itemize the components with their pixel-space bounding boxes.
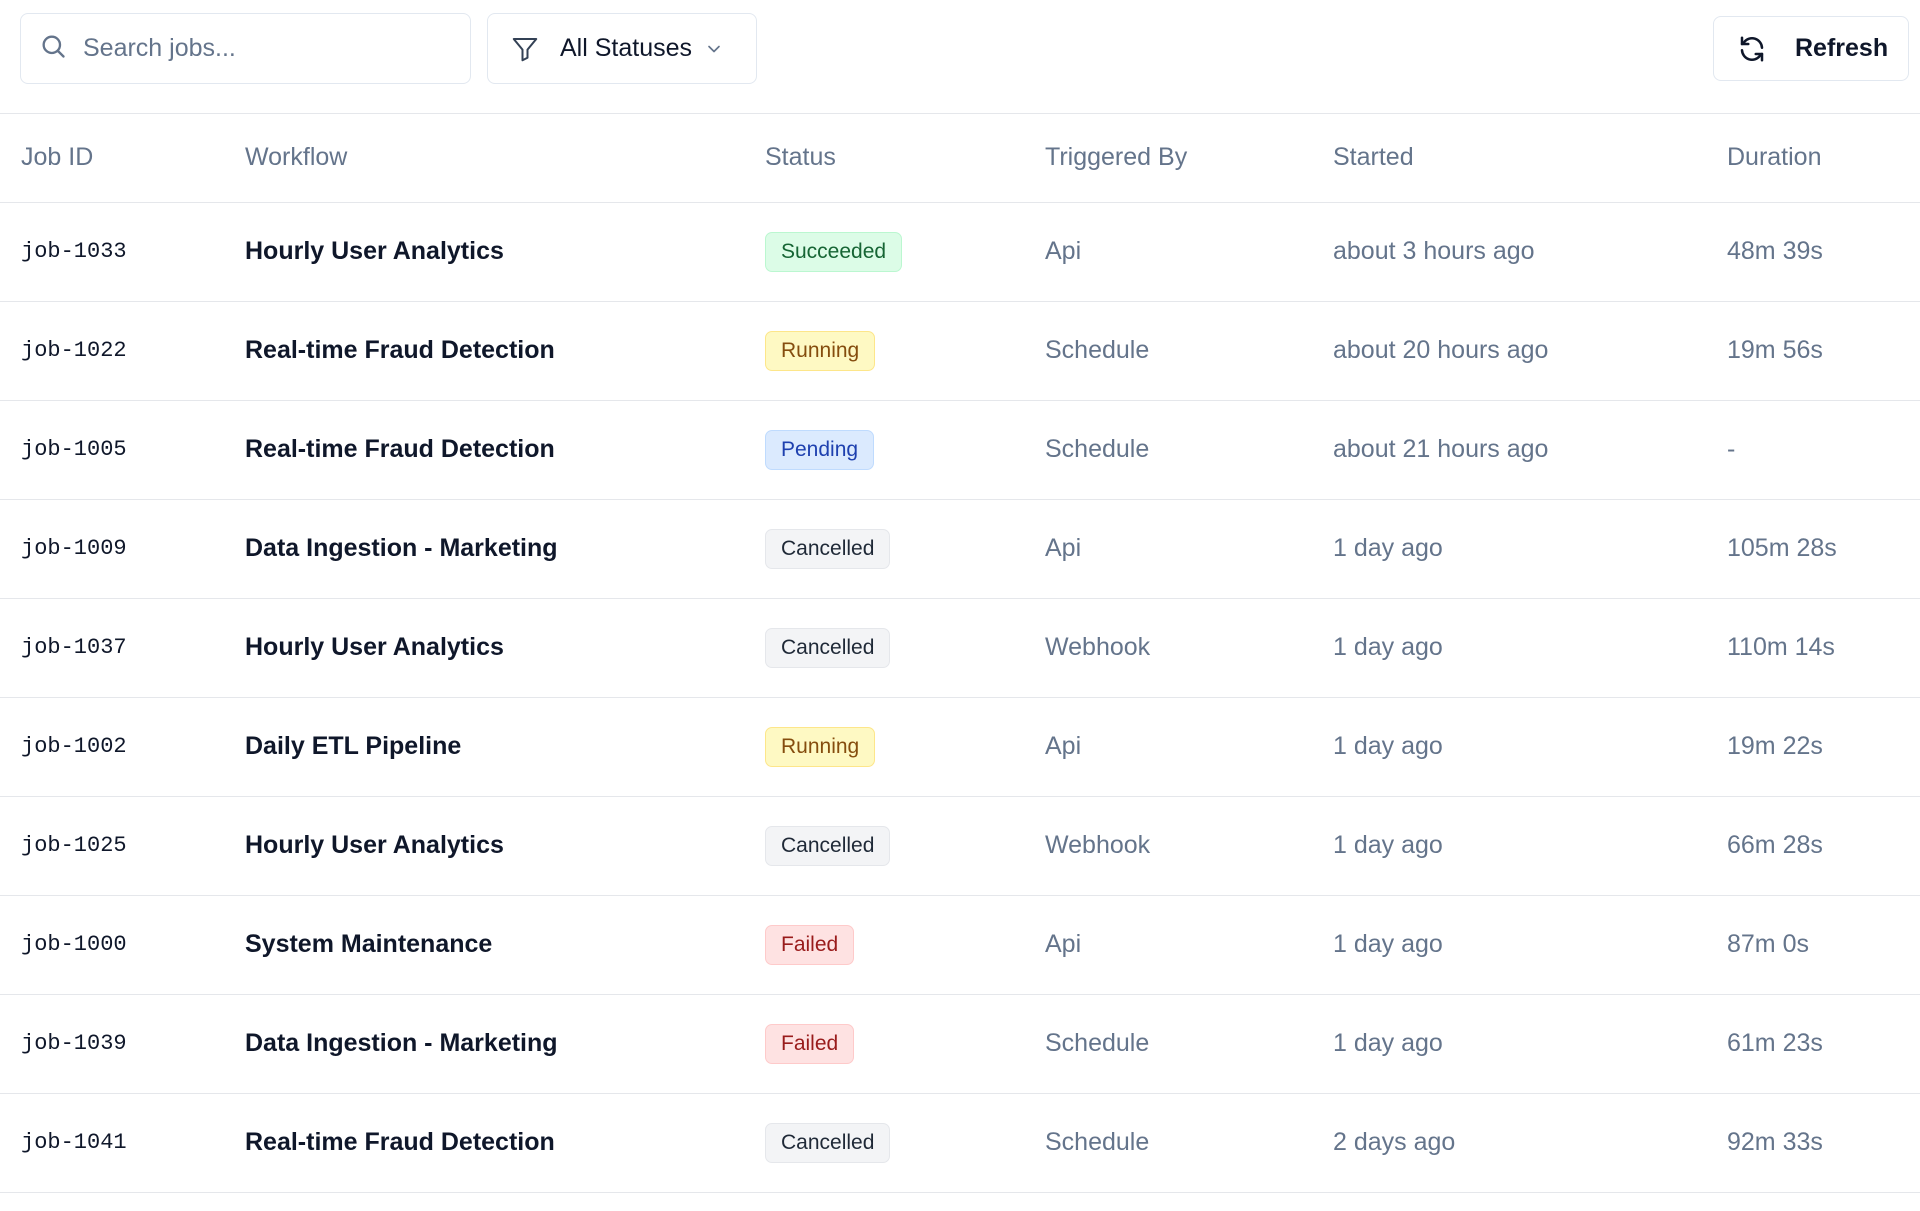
status-badge: Failed — [765, 1023, 855, 1064]
toolbar: All Statuses Refresh — [0, 0, 1920, 114]
started-cell: 1 day ago — [1333, 994, 1727, 1094]
column-header-triggered-by[interactable]: Triggered By — [1045, 114, 1333, 203]
duration-cell: 19m 22s — [1727, 697, 1920, 797]
column-header-workflow[interactable]: Workflow — [245, 114, 765, 203]
job-id-cell: job-1033 — [0, 202, 245, 302]
status-badge: Succeeded — [765, 231, 903, 272]
job-id-cell: job-1022 — [0, 301, 245, 401]
status-cell: Failed — [765, 895, 1045, 995]
status-cell: Cancelled — [765, 598, 1045, 698]
status-badge: Cancelled — [765, 1122, 891, 1163]
status-badge: Cancelled — [765, 825, 891, 866]
jobs-table: Job ID Workflow Status Triggered By Star… — [0, 114, 1920, 1193]
status-badge: Failed — [765, 924, 855, 965]
triggered-by-cell: Webhook — [1045, 796, 1333, 896]
column-header-duration[interactable]: Duration — [1727, 114, 1920, 203]
table-header-row: Job ID Workflow Status Triggered By Star… — [0, 114, 1920, 203]
job-id-cell: job-1041 — [0, 1093, 245, 1193]
started-cell: about 21 hours ago — [1333, 400, 1727, 500]
table-row[interactable]: job-1025 Hourly User Analytics Cancelled… — [0, 796, 1920, 896]
status-cell: Running — [765, 697, 1045, 797]
table-row[interactable]: job-1000 System Maintenance Failed Api 1… — [0, 895, 1920, 995]
status-badge: Cancelled — [765, 627, 891, 668]
workflow-cell: Real-time Fraud Detection — [245, 1093, 765, 1193]
job-id-cell: job-1037 — [0, 598, 245, 698]
workflow-cell: Data Ingestion - Marketing — [245, 994, 765, 1094]
workflow-cell: Data Ingestion - Marketing — [245, 499, 765, 599]
search-icon — [39, 32, 67, 65]
duration-cell: 87m 0s — [1727, 895, 1920, 995]
started-cell: about 20 hours ago — [1333, 301, 1727, 401]
table-row[interactable]: job-1033 Hourly User Analytics Succeeded… — [0, 202, 1920, 302]
triggered-by-cell: Api — [1045, 499, 1333, 599]
status-cell: Failed — [765, 994, 1045, 1094]
table-row[interactable]: job-1002 Daily ETL Pipeline Running Api … — [0, 697, 1920, 797]
workflow-cell: System Maintenance — [245, 895, 765, 995]
duration-cell: 110m 14s — [1727, 598, 1920, 698]
refresh-button[interactable]: Refresh — [1713, 16, 1909, 81]
duration-cell: 105m 28s — [1727, 499, 1920, 599]
duration-cell: 48m 39s — [1727, 202, 1920, 302]
duration-cell: 19m 56s — [1727, 301, 1920, 401]
triggered-by-cell: Api — [1045, 697, 1333, 797]
status-badge: Cancelled — [765, 528, 891, 569]
status-cell: Cancelled — [765, 796, 1045, 896]
workflow-cell: Hourly User Analytics — [245, 598, 765, 698]
triggered-by-cell: Webhook — [1045, 598, 1333, 698]
column-header-job-id[interactable]: Job ID — [0, 114, 245, 203]
started-cell: 1 day ago — [1333, 499, 1727, 599]
column-header-started[interactable]: Started — [1333, 114, 1727, 203]
triggered-by-cell: Api — [1045, 202, 1333, 302]
status-cell: Running — [765, 301, 1045, 401]
job-id-cell: job-1025 — [0, 796, 245, 896]
triggered-by-cell: Schedule — [1045, 994, 1333, 1094]
started-cell: about 3 hours ago — [1333, 202, 1727, 302]
table-row[interactable]: job-1005 Real-time Fraud Detection Pendi… — [0, 400, 1920, 500]
table-row[interactable]: job-1022 Real-time Fraud Detection Runni… — [0, 301, 1920, 401]
status-badge: Running — [765, 726, 876, 767]
job-id-cell: job-1005 — [0, 400, 245, 500]
job-id-cell: job-1002 — [0, 697, 245, 797]
duration-cell: - — [1727, 400, 1920, 500]
status-filter-label: All Statuses — [560, 34, 693, 62]
status-cell: Cancelled — [765, 499, 1045, 599]
table-row[interactable]: job-1037 Hourly User Analytics Cancelled… — [0, 598, 1920, 698]
workflow-cell: Hourly User Analytics — [245, 796, 765, 896]
table-row[interactable]: job-1009 Data Ingestion - Marketing Canc… — [0, 499, 1920, 599]
started-cell: 1 day ago — [1333, 796, 1727, 896]
status-cell: Succeeded — [765, 202, 1045, 302]
started-cell: 2 days ago — [1333, 1093, 1727, 1193]
search-box[interactable] — [20, 13, 471, 84]
status-cell: Cancelled — [765, 1093, 1045, 1193]
status-badge: Pending — [765, 429, 875, 470]
workflow-cell: Daily ETL Pipeline — [245, 697, 765, 797]
refresh-button-label: Refresh — [1795, 34, 1889, 62]
duration-cell: 61m 23s — [1727, 994, 1920, 1094]
workflow-cell: Real-time Fraud Detection — [245, 301, 765, 401]
triggered-by-cell: Schedule — [1045, 1093, 1333, 1193]
status-filter-dropdown[interactable]: All Statuses — [487, 13, 757, 84]
job-id-cell: job-1039 — [0, 994, 245, 1094]
chevron-down-icon — [692, 39, 724, 59]
duration-cell: 92m 33s — [1727, 1093, 1920, 1193]
table-row[interactable]: job-1039 Data Ingestion - Marketing Fail… — [0, 994, 1920, 1094]
triggered-by-cell: Schedule — [1045, 301, 1333, 401]
job-id-cell: job-1000 — [0, 895, 245, 995]
duration-cell: 66m 28s — [1727, 796, 1920, 896]
started-cell: 1 day ago — [1333, 598, 1727, 698]
search-input[interactable] — [83, 34, 443, 63]
status-cell: Pending — [765, 400, 1045, 500]
column-header-status[interactable]: Status — [765, 114, 1045, 203]
started-cell: 1 day ago — [1333, 697, 1727, 797]
triggered-by-cell: Api — [1045, 895, 1333, 995]
workflow-cell: Hourly User Analytics — [245, 202, 765, 302]
workflow-cell: Real-time Fraud Detection — [245, 400, 765, 500]
status-badge: Running — [765, 330, 876, 371]
filter-icon — [510, 34, 540, 64]
table-row[interactable]: job-1041 Real-time Fraud Detection Cance… — [0, 1093, 1920, 1193]
triggered-by-cell: Schedule — [1045, 400, 1333, 500]
started-cell: 1 day ago — [1333, 895, 1727, 995]
job-id-cell: job-1009 — [0, 499, 245, 599]
refresh-icon — [1737, 34, 1767, 64]
